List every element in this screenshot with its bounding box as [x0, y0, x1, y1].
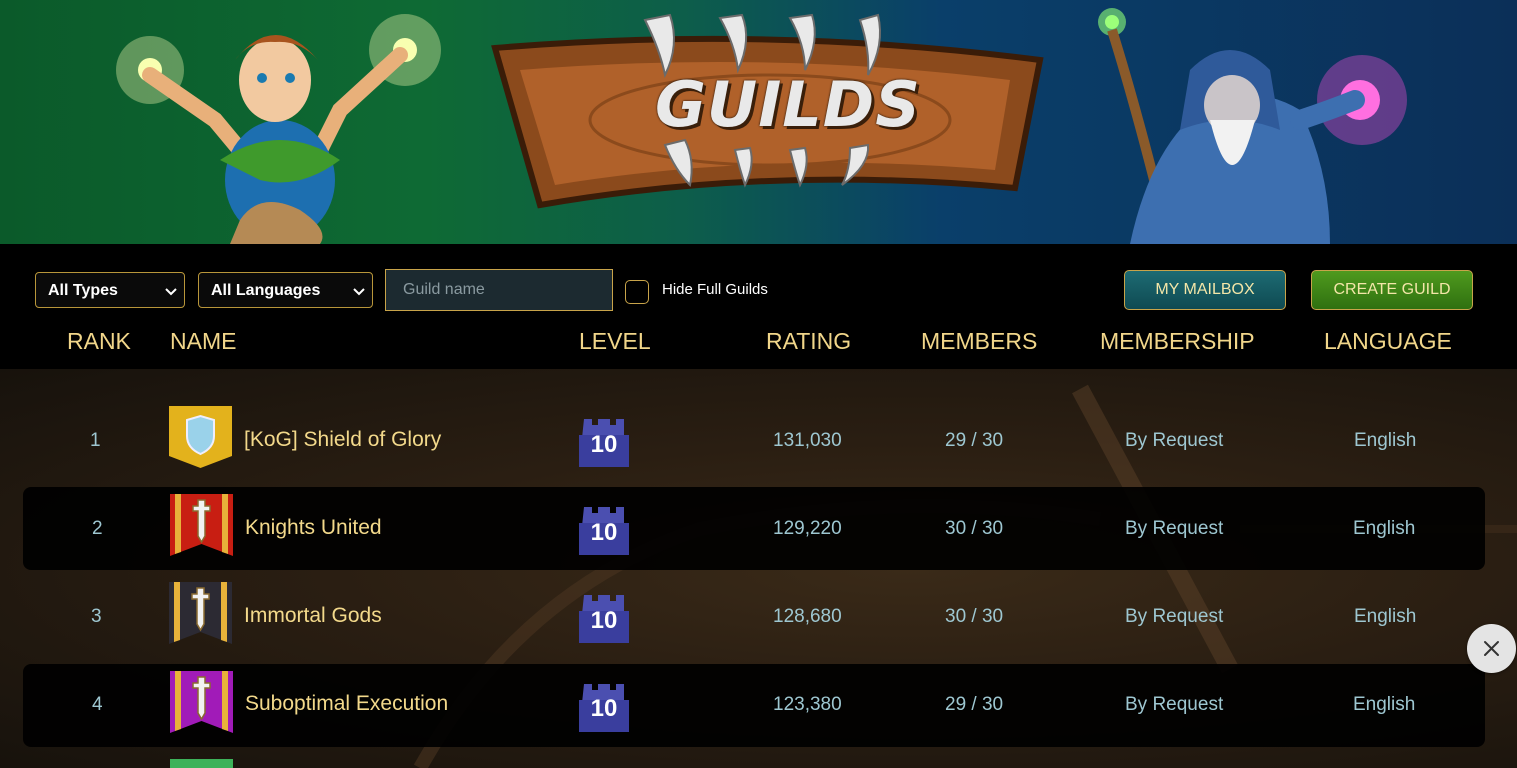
guilds-banner: GUILDS — [0, 0, 1517, 244]
column-header-rank[interactable]: RANK — [67, 328, 131, 355]
guild-name[interactable]: Immortal Gods — [244, 604, 382, 628]
type-select-value: All Types — [48, 282, 118, 299]
guild-row[interactable]: 2 Knights United 10 129,220 30 / 30 By R… — [23, 487, 1485, 570]
guild-members: 30 / 30 — [945, 518, 1004, 539]
wizard-character-illustration — [1098, 8, 1407, 244]
create-guild-button[interactable]: CREATE GUILD — [1311, 270, 1473, 310]
hide-full-guilds-checkbox[interactable] — [625, 280, 649, 304]
druid-character-illustration — [116, 14, 441, 244]
guild-level: 10 — [590, 607, 618, 634]
search-placeholder: Guild name — [403, 281, 485, 298]
guild-language: English — [1354, 606, 1417, 627]
column-header-name[interactable]: NAME — [170, 328, 236, 355]
guild-membership: By Request — [1125, 430, 1224, 451]
banner-title: GUILDS — [655, 68, 921, 141]
guild-row[interactable]: 4 Suboptimal Execution 10 123,380 29 / 3… — [23, 664, 1485, 747]
sword-icon — [170, 671, 233, 733]
guild-membership: By Request — [1125, 606, 1224, 627]
guild-language: English — [1353, 518, 1416, 539]
guild-members: 30 / 30 — [945, 606, 1004, 627]
guild-name[interactable]: Suboptimal Execution — [245, 692, 448, 716]
partial-guild-emblem — [170, 759, 233, 768]
guild-members: 29 / 30 — [945, 430, 1004, 451]
close-button[interactable] — [1467, 624, 1516, 673]
guild-row[interactable]: 1 [KoG] Shield of Glory 10 131,030 29 / … — [23, 399, 1485, 482]
my-mailbox-button[interactable]: MY MAILBOX — [1124, 270, 1286, 310]
guild-rank: 4 — [92, 694, 103, 715]
shield-icon — [169, 406, 232, 468]
type-select[interactable]: All Types — [35, 272, 185, 308]
guild-name[interactable]: [KoG] Shield of Glory — [244, 428, 441, 452]
guild-name-search-input[interactable]: Guild name — [385, 269, 613, 311]
guild-level: 10 — [590, 519, 618, 546]
guild-members: 29 / 30 — [945, 694, 1004, 715]
guild-name[interactable]: Knights United — [245, 516, 382, 540]
guild-membership: By Request — [1125, 694, 1224, 715]
column-header-membership[interactable]: MEMBERSHIP — [1100, 328, 1255, 355]
guild-row[interactable]: 3 Immortal Gods 10 128,680 30 / 30 By Re… — [23, 575, 1485, 658]
chevron-down-icon — [353, 288, 365, 296]
guild-list: 1 [KoG] Shield of Glory 10 131,030 29 / … — [0, 369, 1517, 768]
sword-icon — [170, 494, 233, 556]
guild-rating: 131,030 — [773, 430, 842, 451]
guild-rating: 128,680 — [773, 606, 842, 627]
close-icon — [1484, 641, 1499, 656]
column-header-level[interactable]: LEVEL — [579, 328, 651, 355]
language-select[interactable]: All Languages — [198, 272, 373, 308]
guild-rating: 129,220 — [773, 518, 842, 539]
guild-language: English — [1353, 694, 1416, 715]
column-header-members[interactable]: MEMBERS — [921, 328, 1037, 355]
guild-membership: By Request — [1125, 518, 1224, 539]
guild-rank: 2 — [92, 518, 103, 539]
language-select-value: All Languages — [211, 282, 321, 299]
guild-level: 10 — [590, 695, 618, 722]
guild-rating: 123,380 — [773, 694, 842, 715]
column-header-rating[interactable]: RATING — [766, 328, 851, 355]
guild-level: 10 — [590, 431, 618, 458]
hide-full-guilds-label[interactable]: Hide Full Guilds — [662, 281, 768, 298]
chevron-down-icon — [165, 288, 177, 296]
column-header-language[interactable]: LANGUAGE — [1324, 328, 1452, 355]
guild-language: English — [1354, 430, 1417, 451]
sword-icon — [169, 582, 232, 644]
guild-rank: 3 — [91, 606, 102, 627]
guild-rank: 1 — [90, 430, 101, 451]
